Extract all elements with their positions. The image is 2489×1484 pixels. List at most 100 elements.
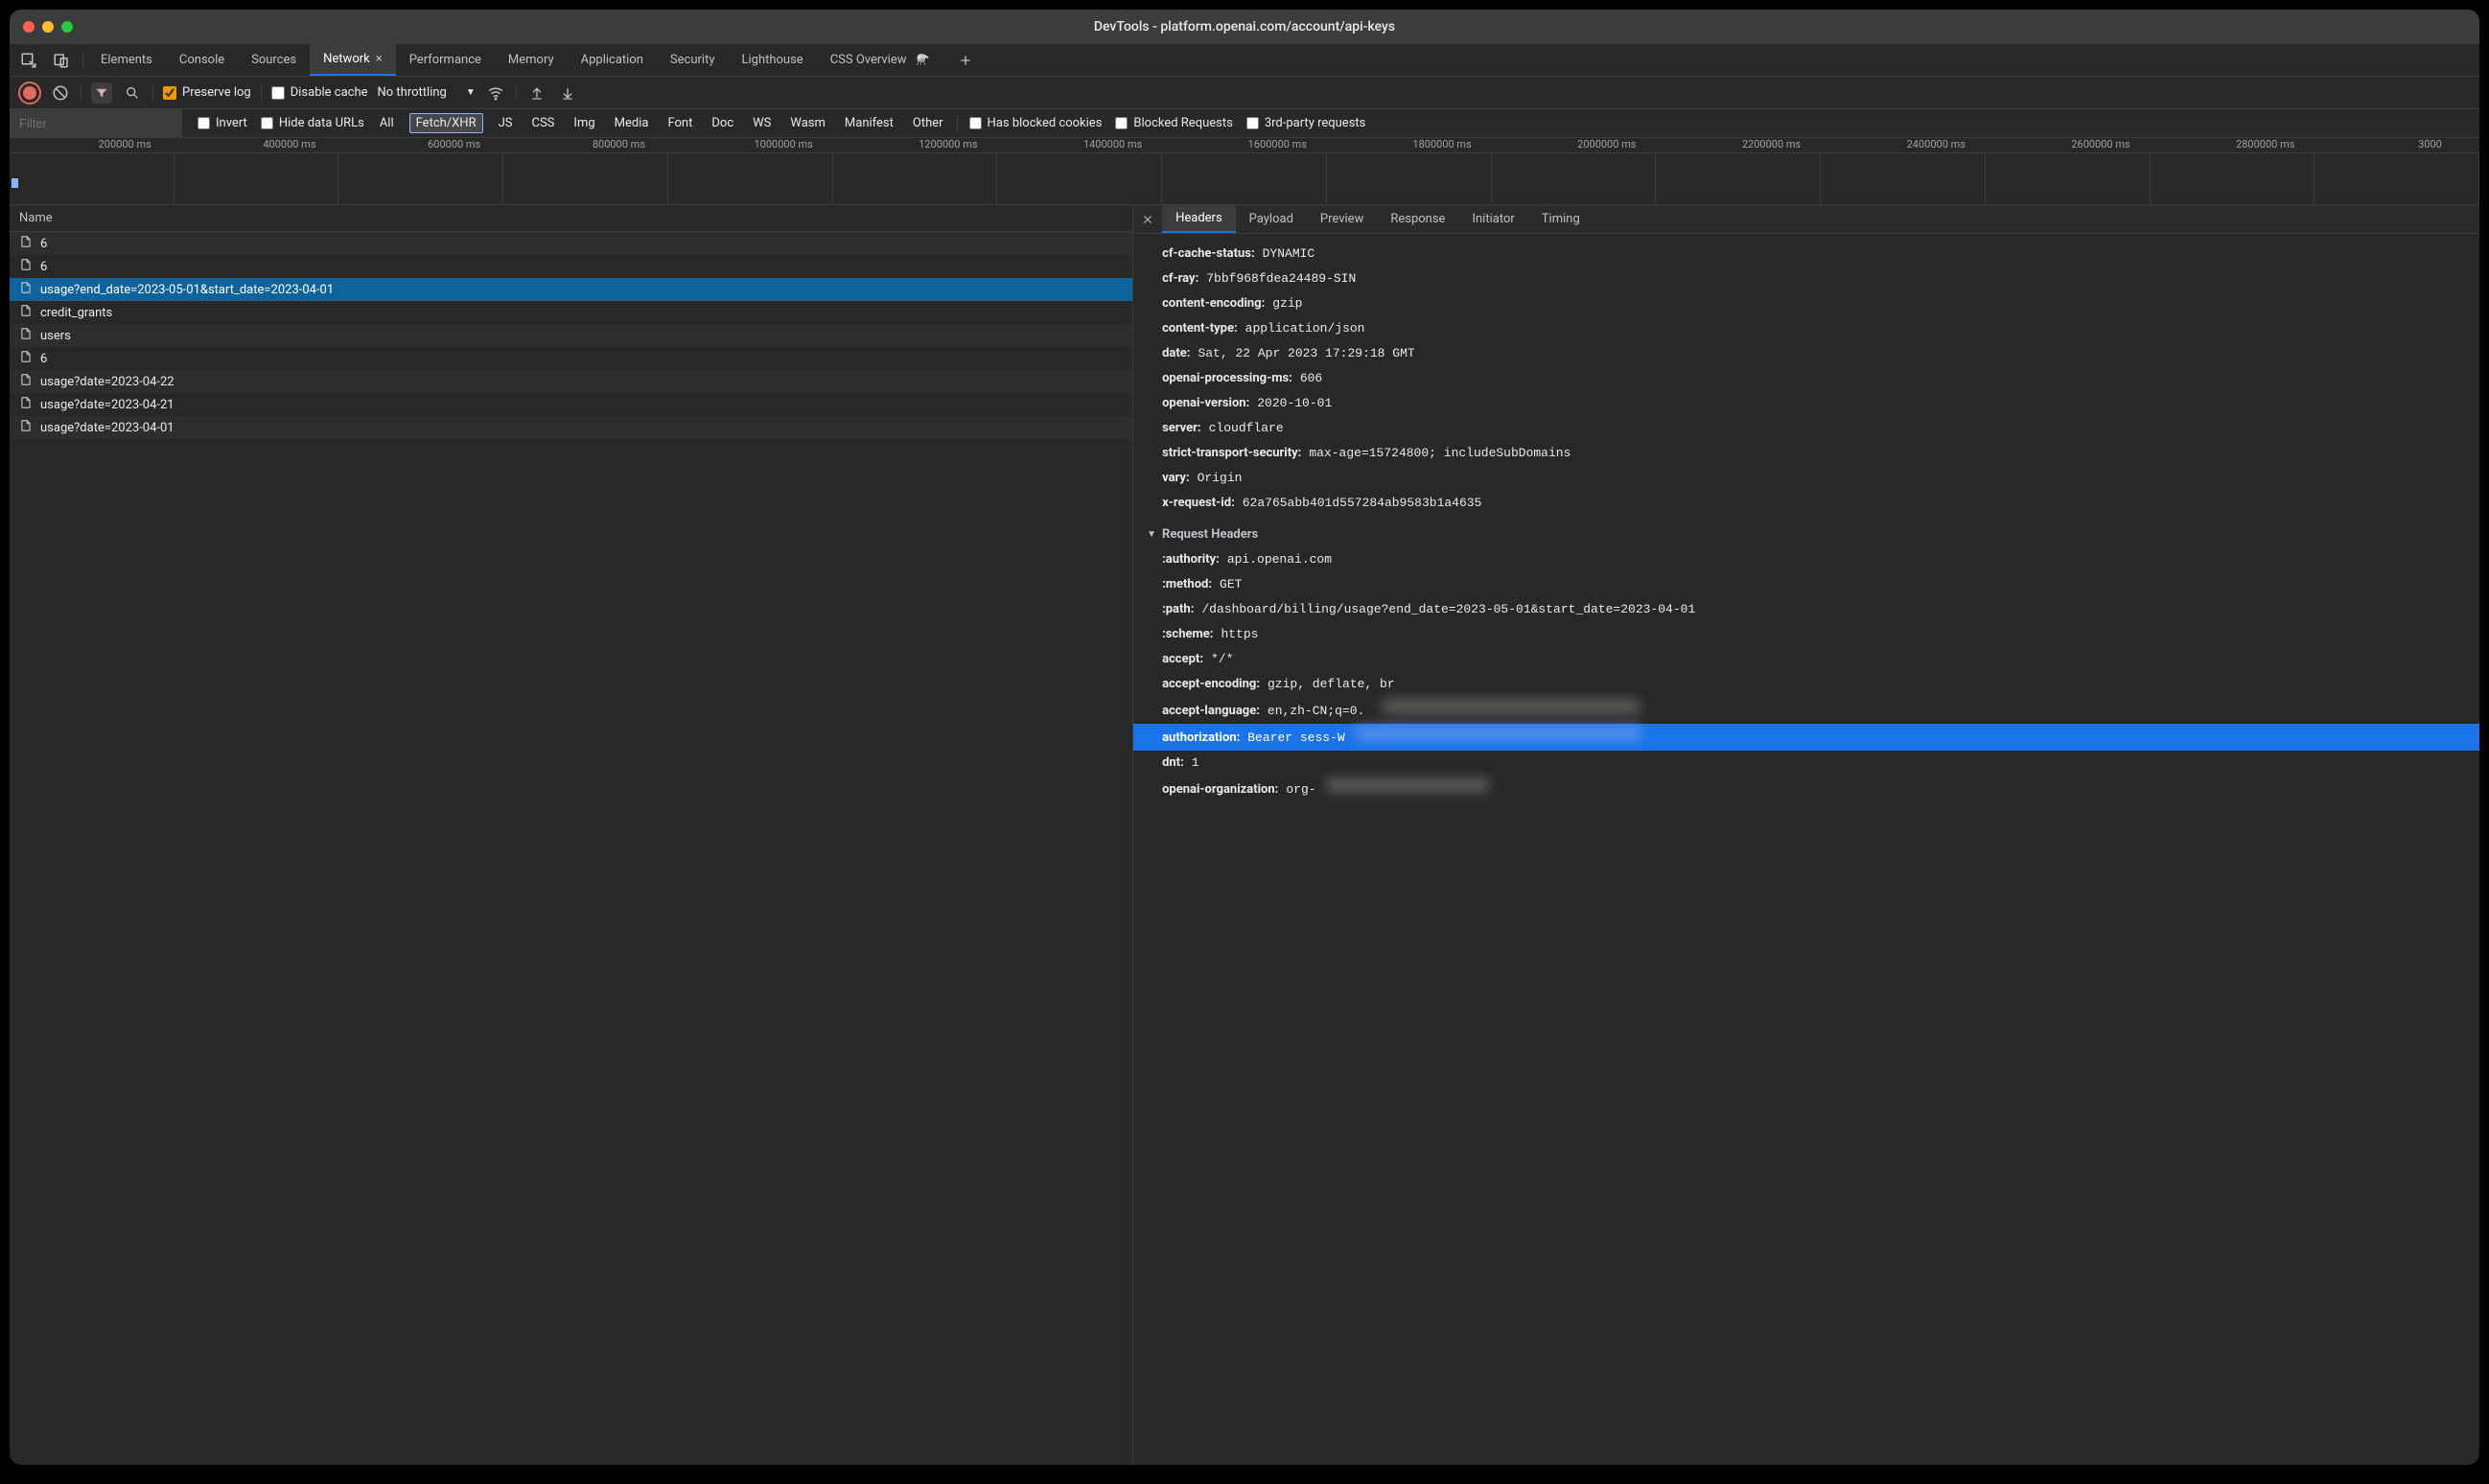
tab-application[interactable]: Application xyxy=(568,44,657,76)
filter-type-img[interactable]: Img xyxy=(570,114,598,132)
tab-performance[interactable]: Performance xyxy=(396,44,495,76)
header-row[interactable]: content-type:application/json xyxy=(1133,316,2479,341)
request-row[interactable]: 6 xyxy=(10,347,1132,370)
timeline-tick: 2400000 ms xyxy=(1907,138,1966,151)
search-button[interactable] xyxy=(122,82,143,104)
header-key: x-request-id: xyxy=(1162,493,1235,514)
tab-memory[interactable]: Memory xyxy=(495,44,568,76)
header-row[interactable]: authorization:Bearer sess-W xyxy=(1133,724,2479,751)
filter-type-all[interactable]: All xyxy=(376,114,398,132)
request-name: usage?date=2023-04-01 xyxy=(40,421,174,435)
header-row[interactable]: dnt:1 xyxy=(1133,751,2479,776)
details-tab-timing[interactable]: Timing xyxy=(1528,205,1593,233)
header-row[interactable]: openai-version:2020-10-01 xyxy=(1133,391,2479,416)
header-row[interactable]: openai-organization:org- xyxy=(1133,776,2479,802)
details-body[interactable]: cf-cache-status:DYNAMICcf-ray:7bbf968fde… xyxy=(1133,234,2479,1465)
header-key: :method: xyxy=(1162,574,1212,595)
record-button[interactable] xyxy=(19,82,40,104)
details-tab-headers[interactable]: Headers xyxy=(1162,205,1236,233)
filter-type-css[interactable]: CSS xyxy=(528,114,559,132)
timeline[interactable]: 200000 ms400000 ms600000 ms800000 ms1000… xyxy=(10,138,2479,205)
tab-network[interactable]: Network× xyxy=(310,44,396,76)
close-details-icon[interactable] xyxy=(1133,205,1162,233)
header-row[interactable]: accept-language:en,zh-CN;q=0. xyxy=(1133,697,2479,724)
invert-checkbox[interactable]: Invert xyxy=(196,109,249,137)
disable-cache-checkbox[interactable]: Disable cache xyxy=(271,85,368,100)
request-row[interactable]: usage?end_date=2023-05-01&start_date=202… xyxy=(10,278,1132,301)
header-row[interactable]: cf-cache-status:DYNAMIC xyxy=(1133,242,2479,267)
header-key: strict-transport-security: xyxy=(1162,443,1301,464)
filter-input[interactable] xyxy=(10,109,182,137)
header-value: org- xyxy=(1286,779,1315,800)
requests-column-header[interactable]: Name xyxy=(10,205,1132,232)
request-row[interactable]: users xyxy=(10,324,1132,347)
header-row[interactable]: x-request-id:62a765abb401d557284ab9583b1… xyxy=(1133,491,2479,516)
filter-type-wasm[interactable]: Wasm xyxy=(786,114,829,132)
header-row[interactable]: :method:GET xyxy=(1133,572,2479,597)
third-party-checkbox[interactable]: 3rd-party requests xyxy=(1244,109,1368,137)
tab-css-overview[interactable]: CSS Overview⚗️ xyxy=(817,44,943,76)
header-row[interactable]: accept:*/* xyxy=(1133,647,2479,672)
tab-console[interactable]: Console xyxy=(166,44,238,76)
device-toolbar-icon[interactable] xyxy=(46,47,77,74)
header-key: content-encoding: xyxy=(1162,293,1265,314)
request-row[interactable]: 6 xyxy=(10,255,1132,278)
blocked-cookies-checkbox[interactable]: Has blocked cookies xyxy=(967,109,1105,137)
header-row[interactable]: :path:/dashboard/billing/usage?end_date=… xyxy=(1133,597,2479,622)
header-row[interactable]: :authority:api.openai.com xyxy=(1133,547,2479,572)
request-row[interactable]: usage?date=2023-04-22 xyxy=(10,370,1132,393)
filter-type-other[interactable]: Other xyxy=(909,114,947,132)
tab-elements[interactable]: Elements xyxy=(87,44,166,76)
header-value: https xyxy=(1221,624,1258,645)
request-row[interactable]: 6 xyxy=(10,232,1132,255)
details-tab-payload[interactable]: Payload xyxy=(1236,205,1307,233)
details-tab-preview[interactable]: Preview xyxy=(1307,205,1377,233)
header-row[interactable]: :scheme:https xyxy=(1133,622,2479,647)
tab-security[interactable]: Security xyxy=(657,44,729,76)
request-row[interactable]: usage?date=2023-04-01 xyxy=(10,416,1132,439)
header-row[interactable]: accept-encoding: gzip, deflate, br xyxy=(1133,672,2479,697)
close-tab-icon[interactable]: × xyxy=(376,52,383,66)
filter-type-manifest[interactable]: Manifest xyxy=(841,114,897,132)
details-tab-response[interactable]: Response xyxy=(1377,205,1458,233)
clear-button[interactable] xyxy=(50,82,71,104)
import-har-icon[interactable] xyxy=(526,82,547,104)
filter-type-ws[interactable]: WS xyxy=(749,114,775,132)
filter-type-font[interactable]: Font xyxy=(663,114,696,132)
header-row[interactable]: date:Sat, 22 Apr 2023 17:29:18 GMT xyxy=(1133,341,2479,366)
header-row[interactable]: cf-ray:7bbf968fdea24489-SIN xyxy=(1133,267,2479,291)
filter-type-js[interactable]: JS xyxy=(495,114,517,132)
minimize-window-button[interactable] xyxy=(42,21,54,33)
header-row[interactable]: server:cloudflare xyxy=(1133,416,2479,441)
zoom-window-button[interactable] xyxy=(61,21,73,33)
network-conditions-icon[interactable] xyxy=(485,82,506,104)
header-value: en,zh-CN;q=0. xyxy=(1268,701,1372,722)
tab-lighthouse[interactable]: Lighthouse xyxy=(728,44,816,76)
hide-data-urls-checkbox[interactable]: Hide data URLs xyxy=(259,109,366,137)
add-tab-icon[interactable] xyxy=(952,53,979,68)
blocked-requests-checkbox[interactable]: Blocked Requests xyxy=(1113,109,1234,137)
header-key: accept-encoding: xyxy=(1162,674,1260,695)
filter-toggle-button[interactable] xyxy=(91,82,112,104)
tab-sources[interactable]: Sources xyxy=(238,44,310,76)
filter-type-fetch-xhr[interactable]: Fetch/XHR xyxy=(409,113,483,133)
header-row[interactable]: openai-processing-ms:606 xyxy=(1133,366,2479,391)
request-row[interactable]: usage?date=2023-04-21 xyxy=(10,393,1132,416)
inspect-element-icon[interactable] xyxy=(13,47,44,74)
network-toolbar: Preserve log Disable cache No throttling… xyxy=(10,77,2479,109)
request-row[interactable]: credit_grants xyxy=(10,301,1132,324)
header-row[interactable]: content-encoding:gzip xyxy=(1133,291,2479,316)
request-headers-section[interactable]: ▼Request Headers xyxy=(1133,522,2479,547)
header-value: Origin xyxy=(1198,468,1243,489)
filter-type-doc[interactable]: Doc xyxy=(708,114,737,132)
export-har-icon[interactable] xyxy=(557,82,578,104)
header-value: gzip, deflate, br xyxy=(1268,674,1395,695)
header-row[interactable]: vary:Origin xyxy=(1133,466,2479,491)
details-tab-initiator[interactable]: Initiator xyxy=(1458,205,1527,233)
header-row[interactable]: strict-transport-security:max-age=157248… xyxy=(1133,441,2479,466)
preserve-log-checkbox[interactable]: Preserve log xyxy=(163,85,251,100)
divider xyxy=(957,115,958,132)
throttling-dropdown[interactable]: No throttling ▼ xyxy=(378,85,476,100)
close-window-button[interactable] xyxy=(23,21,35,33)
filter-type-media[interactable]: Media xyxy=(611,114,653,132)
